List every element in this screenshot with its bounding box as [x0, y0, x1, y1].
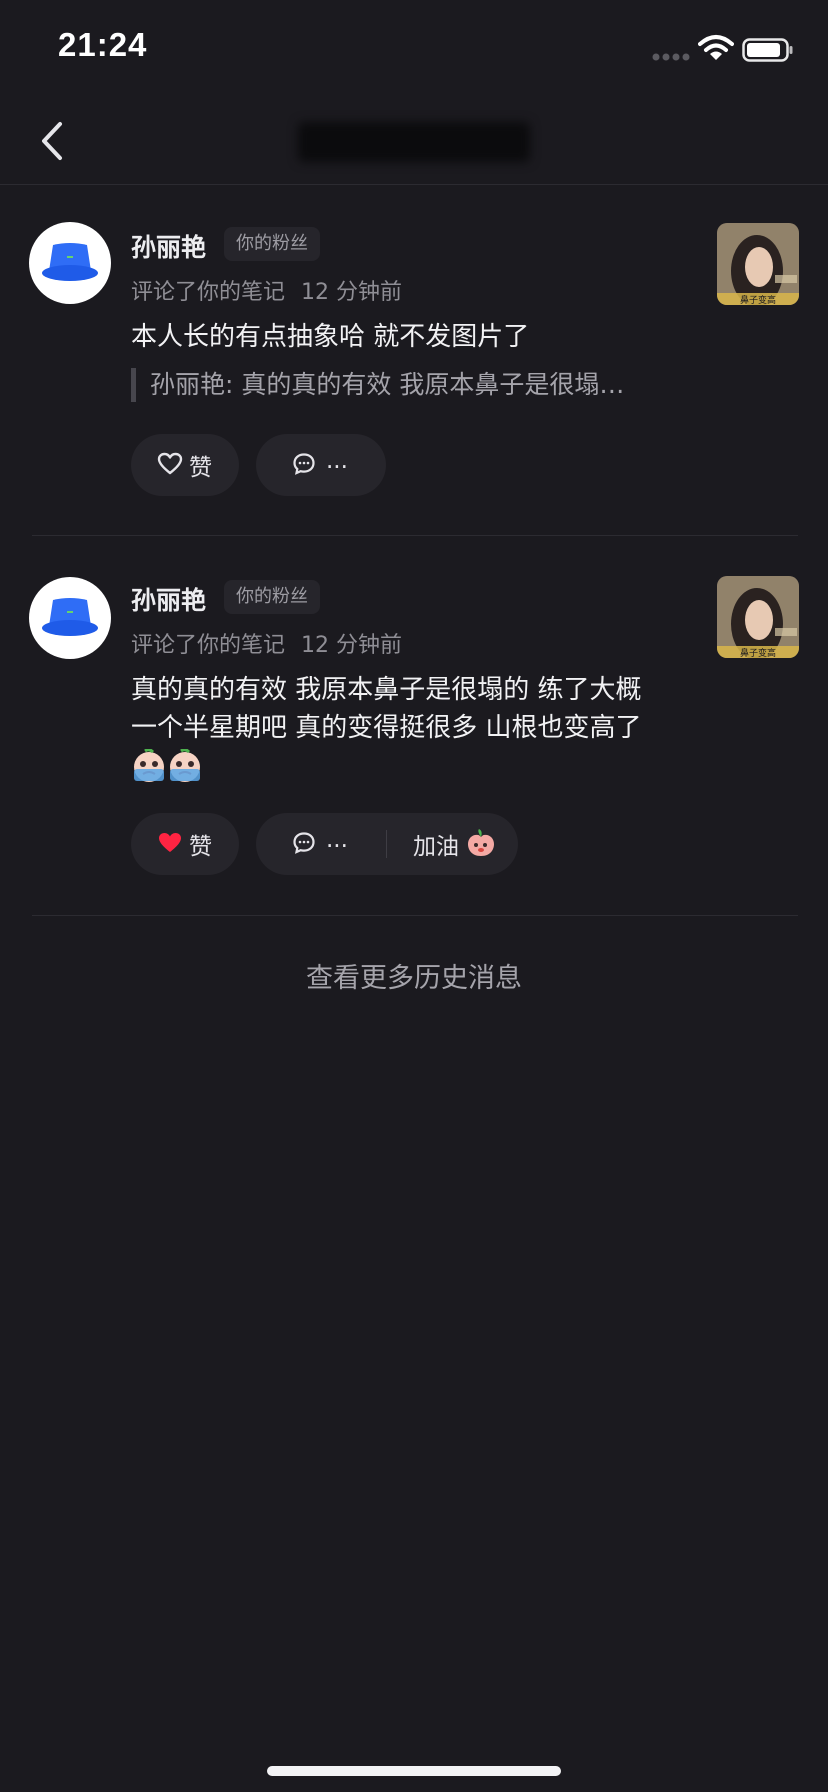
- divider: [32, 535, 798, 536]
- page-title-redacted: [298, 122, 530, 162]
- chat-bubble-icon: [293, 453, 315, 475]
- fan-badge: 你的粉丝: [224, 580, 320, 614]
- comment-notification[interactable]: 孙丽艳 你的粉丝 评论了你的笔记 12 分钟前 真的真的有效 我原本鼻子是很塌的 …: [0, 575, 828, 915]
- reply-label: ...: [326, 448, 348, 474]
- cheer-label: 加油: [413, 834, 459, 860]
- nav-bar: [0, 100, 828, 185]
- bucket-hat-icon: [42, 598, 98, 636]
- timestamp: 12 分钟前: [301, 633, 403, 658]
- heart-filled-icon: [159, 833, 181, 852]
- divider: [32, 915, 798, 916]
- action-text: 评论了你的笔记: [131, 280, 286, 305]
- peach-emoji-icon: [468, 829, 494, 856]
- status-bar: 21:24: [0, 0, 828, 100]
- timestamp: 12 分钟前: [301, 280, 403, 305]
- thumbnail-caption: 鼻子变高: [740, 294, 776, 305]
- heart-outline-icon: [157, 452, 183, 475]
- like-button[interactable]: 赞: [131, 813, 239, 875]
- back-button[interactable]: [34, 118, 74, 164]
- comment-text: 本人长的有点抽象哈 就不发图片了: [131, 322, 530, 352]
- avatar[interactable]: [29, 222, 111, 304]
- crying-emoji-pair: [131, 748, 203, 796]
- reply-cheer-group: ... 加油: [256, 813, 518, 875]
- comment-line: 一个半星期吧 真的变得挺很多 山根也变高了: [131, 713, 642, 743]
- chevron-left-icon: [42, 122, 62, 160]
- crying-face-icon: [170, 748, 200, 782]
- like-label: 赞: [189, 834, 212, 860]
- cellular-signal-icon: [652, 53, 690, 61]
- wifi-icon: [698, 35, 734, 60]
- status-time: 21:24: [58, 26, 148, 63]
- like-button[interactable]: 赞: [131, 434, 239, 496]
- like-label: 赞: [189, 455, 212, 481]
- comment-text: 真的真的有效 我原本鼻子是很塌的 练了大概 一个半星期吧 真的变得挺很多 山根也…: [131, 671, 731, 796]
- crying-face-icon: [134, 748, 164, 782]
- comment-notification[interactable]: 孙丽艳 你的粉丝 评论了你的笔记 12 分钟前 本人长的有点抽象哈 就不发图片了 …: [0, 222, 828, 534]
- action-text: 评论了你的笔记: [131, 633, 286, 658]
- reply-button[interactable]: ...: [256, 813, 386, 875]
- user-name[interactable]: 孙丽艳: [131, 228, 206, 264]
- cheer-button[interactable]: 加油: [387, 813, 518, 875]
- note-thumbnail[interactable]: 鼻子变高: [717, 223, 799, 305]
- chat-bubble-icon: [293, 832, 315, 854]
- reply-button[interactable]: ...: [256, 434, 386, 496]
- bucket-hat-icon: [42, 243, 98, 281]
- fan-badge: 你的粉丝: [224, 227, 320, 261]
- user-name[interactable]: 孙丽艳: [131, 581, 206, 617]
- comment-line: 真的真的有效 我原本鼻子是很塌的 练了大概: [131, 675, 642, 705]
- battery-icon: [742, 38, 793, 62]
- note-thumbnail[interactable]: 鼻子变高: [717, 576, 799, 658]
- comment-meta: 评论了你的笔记 12 分钟前: [131, 274, 402, 306]
- avatar[interactable]: [29, 577, 111, 659]
- thumbnail-caption: 鼻子变高: [740, 647, 776, 658]
- comment-meta: 评论了你的笔记 12 分钟前: [131, 627, 402, 659]
- quoted-comment[interactable]: 孙丽艳: 真的真的有效 我原本鼻子是很塌…: [131, 368, 710, 402]
- reply-label: ...: [326, 827, 348, 853]
- home-indicator: [267, 1766, 561, 1776]
- more-history-link[interactable]: 查看更多历史消息: [0, 956, 828, 995]
